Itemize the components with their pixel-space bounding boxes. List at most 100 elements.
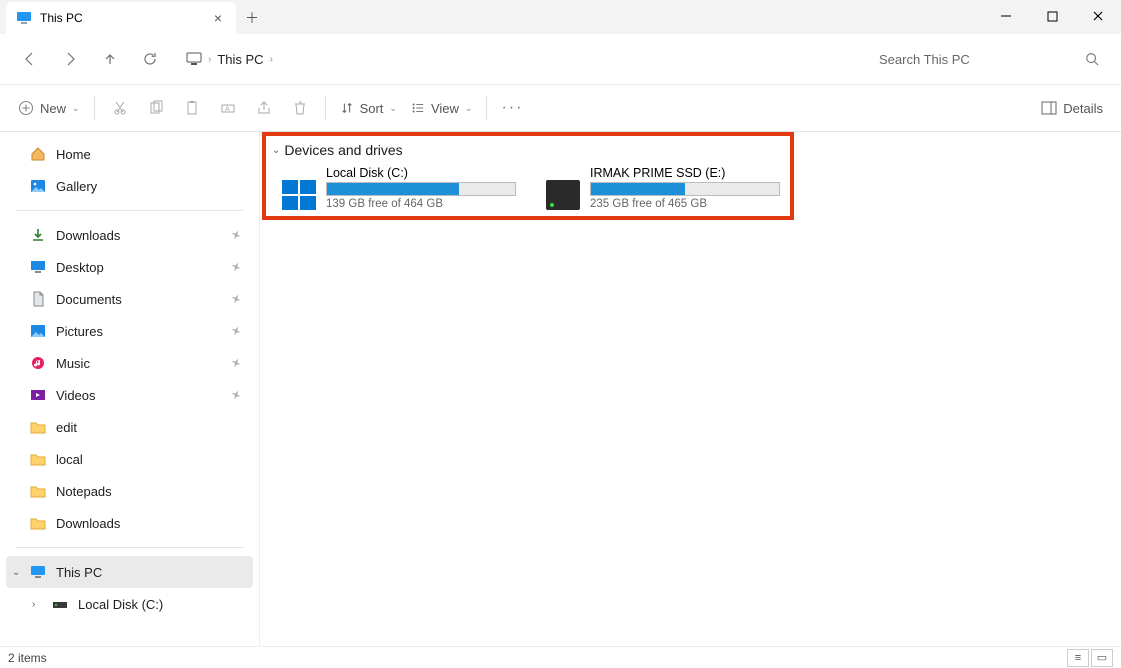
- sidebar-label: Videos: [56, 388, 96, 403]
- sidebar-label: Documents: [56, 292, 122, 307]
- view-label: View: [431, 101, 459, 116]
- monitor-icon: [30, 564, 46, 580]
- navbar: › This PC › Search This PC: [0, 34, 1121, 84]
- sidebar-item-edit[interactable]: edit: [6, 411, 253, 443]
- sidebar-item-music[interactable]: Music: [6, 347, 253, 379]
- sidebar-label: Home: [56, 147, 91, 162]
- details-label: Details: [1063, 101, 1103, 116]
- svg-text:A: A: [225, 106, 230, 113]
- music-icon: [30, 355, 46, 371]
- view-details-toggle[interactable]: ≡: [1067, 649, 1089, 667]
- more-button[interactable]: ···: [495, 91, 529, 125]
- folder-icon: [30, 483, 46, 499]
- chevron-down-icon[interactable]: ⌄: [12, 567, 20, 578]
- sidebar-label: Pictures: [56, 324, 103, 339]
- separator: [94, 96, 95, 120]
- separator: [16, 210, 243, 211]
- sidebar-label: Music: [56, 356, 90, 371]
- drive-free-text: 235 GB free of 465 GB: [590, 198, 788, 210]
- desktop-icon: [30, 259, 46, 275]
- videos-icon: [30, 387, 46, 403]
- titlebar: This PC × ＋: [0, 0, 1121, 34]
- sidebar-item-gallery[interactable]: Gallery: [6, 170, 253, 202]
- folder-icon: [30, 515, 46, 531]
- sidebar-item-pictures[interactable]: Pictures: [6, 315, 253, 347]
- sidebar-item-local-disk[interactable]: › Local Disk (C:): [6, 588, 253, 620]
- drive-icon: [52, 596, 68, 612]
- view-tiles-toggle[interactable]: ▭: [1091, 649, 1113, 667]
- chevron-right-icon[interactable]: ›: [208, 54, 211, 65]
- delete-button[interactable]: [283, 91, 317, 125]
- new-button[interactable]: New ⌄: [12, 91, 86, 125]
- download-icon: [30, 227, 46, 243]
- folder-icon: [30, 419, 46, 435]
- window-close-button[interactable]: [1075, 0, 1121, 32]
- sidebar-item-notepads[interactable]: Notepads: [6, 475, 253, 507]
- search-placeholder: Search This PC: [879, 52, 970, 67]
- drive-name: IRMAK PRIME SSD (E:): [590, 166, 788, 180]
- sidebar-label: local: [56, 452, 83, 467]
- details-pane-button[interactable]: Details: [1035, 91, 1109, 125]
- sidebar-label: Downloads: [56, 516, 120, 531]
- chevron-right-icon[interactable]: ›: [270, 54, 273, 65]
- breadcrumb-current[interactable]: This PC: [217, 52, 263, 67]
- rename-button[interactable]: A: [211, 91, 245, 125]
- drive-capacity-bar: [590, 182, 780, 196]
- breadcrumb[interactable]: › This PC ›: [186, 51, 273, 67]
- chevron-right-icon[interactable]: ›: [32, 599, 35, 610]
- view-button[interactable]: View ⌄: [405, 91, 479, 125]
- home-icon: [30, 146, 46, 162]
- search-input[interactable]: Search This PC: [869, 43, 1109, 75]
- monitor-icon: [16, 10, 32, 26]
- statusbar: 2 items ≡ ▭: [0, 646, 1121, 668]
- content-area: ⌄ Devices and drives Local Disk (C:) 139…: [260, 132, 1121, 646]
- window-maximize-button[interactable]: [1029, 0, 1075, 32]
- tab-this-pc[interactable]: This PC ×: [6, 2, 236, 34]
- new-tab-button[interactable]: ＋: [236, 2, 268, 34]
- sidebar-item-home[interactable]: Home: [6, 138, 253, 170]
- refresh-button[interactable]: [132, 41, 168, 77]
- drive-irmak-prime-ssd-e[interactable]: IRMAK PRIME SSD (E:) 235 GB free of 465 …: [544, 164, 790, 212]
- separator: [486, 96, 487, 120]
- chevron-down-icon: ⌄: [465, 103, 473, 114]
- sort-button[interactable]: Sort ⌄: [334, 91, 403, 125]
- paste-button[interactable]: [175, 91, 209, 125]
- share-button[interactable]: [247, 91, 281, 125]
- search-icon: [1085, 52, 1099, 66]
- drive-local-disk-c[interactable]: Local Disk (C:) 139 GB free of 464 GB: [280, 164, 526, 212]
- window-minimize-button[interactable]: [983, 0, 1029, 32]
- tab-close-icon[interactable]: ×: [210, 10, 226, 26]
- copy-button[interactable]: [139, 91, 173, 125]
- up-button[interactable]: [92, 41, 128, 77]
- sidebar: Home Gallery Downloads Desktop Documents…: [0, 132, 260, 646]
- separator: [325, 96, 326, 120]
- document-icon: [30, 291, 46, 307]
- folder-icon: [30, 451, 46, 467]
- section-header-devices[interactable]: ⌄ Devices and drives: [272, 142, 1113, 158]
- monitor-icon: [186, 51, 202, 67]
- sidebar-label: This PC: [56, 565, 102, 580]
- drive-free-text: 139 GB free of 464 GB: [326, 198, 524, 210]
- sidebar-item-local[interactable]: local: [6, 443, 253, 475]
- new-label: New: [40, 101, 66, 116]
- sidebar-item-desktop[interactable]: Desktop: [6, 251, 253, 283]
- sidebar-item-downloads[interactable]: Downloads: [6, 219, 253, 251]
- status-item-count: 2 items: [8, 651, 47, 665]
- drive-name: Local Disk (C:): [326, 166, 524, 180]
- sidebar-item-videos[interactable]: Videos: [6, 379, 253, 411]
- tab-title: This PC: [40, 11, 83, 25]
- sidebar-label: Gallery: [56, 179, 97, 194]
- sidebar-label: Downloads: [56, 228, 120, 243]
- chevron-down-icon[interactable]: ⌄: [272, 145, 280, 156]
- sidebar-label: edit: [56, 420, 77, 435]
- forward-button[interactable]: [52, 41, 88, 77]
- sidebar-item-this-pc[interactable]: ⌄ This PC: [6, 556, 253, 588]
- sidebar-item-downloads-folder[interactable]: Downloads: [6, 507, 253, 539]
- chevron-down-icon: ⌄: [72, 103, 80, 114]
- sidebar-item-documents[interactable]: Documents: [6, 283, 253, 315]
- toolbar: New ⌄ A Sort ⌄ View ⌄ ··· Details: [0, 84, 1121, 132]
- back-button[interactable]: [12, 41, 48, 77]
- sidebar-label: Notepads: [56, 484, 112, 499]
- sidebar-label: Local Disk (C:): [78, 597, 163, 612]
- cut-button[interactable]: [103, 91, 137, 125]
